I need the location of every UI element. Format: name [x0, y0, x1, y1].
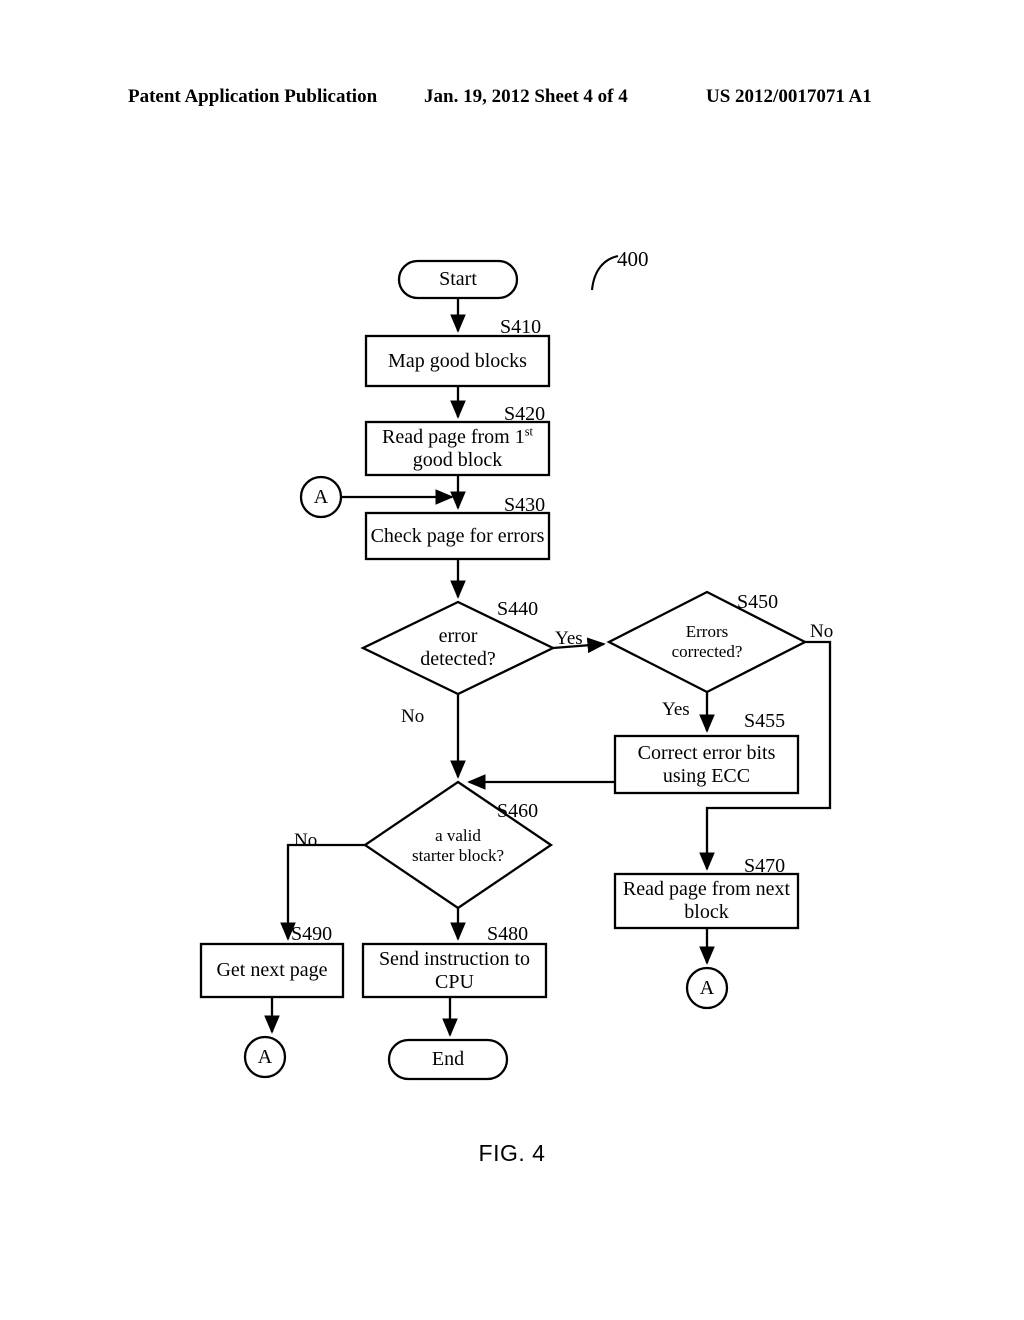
node-s410-shape	[364, 334, 551, 388]
node-end-shape	[387, 1038, 509, 1081]
connector-bottom-left-shape	[243, 1035, 287, 1079]
node-s420-shape	[364, 420, 551, 477]
flowchart-svg	[199, 254, 832, 1081]
step-tag-s410: S410	[500, 316, 542, 338]
step-tag-s455: S455	[744, 710, 786, 732]
node-s455-shape	[613, 734, 800, 795]
edge-label-s440-no: No	[401, 706, 425, 727]
flowchart-diagram: Start Map good blocks Read page from 1st…	[0, 0, 1024, 1320]
node-s480-shape	[361, 942, 548, 999]
node-start-shape	[397, 259, 519, 300]
step-tag-s490: S490	[291, 923, 333, 945]
figure-caption: FIG. 4	[478, 1140, 546, 1166]
node-s470-shape	[613, 872, 800, 930]
step-tag-s480: S480	[487, 923, 529, 945]
edge-label-s460-no: No	[294, 830, 318, 851]
edge-label-s450-yes: Yes	[662, 699, 690, 720]
step-tag-s430: S430	[504, 494, 546, 516]
reference-leader-line	[590, 254, 619, 291]
step-tag-s470: S470	[744, 855, 786, 877]
node-s430-shape	[364, 511, 551, 561]
step-tag-s450: S450	[737, 591, 779, 613]
node-s490-shape	[199, 942, 345, 999]
edge-label-s450-no: No	[810, 621, 834, 642]
step-tag-s440: S440	[497, 598, 539, 620]
edge-label-s440-yes: Yes	[555, 628, 583, 649]
step-tag-s420: S420	[504, 403, 546, 425]
step-tag-s460: S460	[497, 800, 539, 822]
reference-numeral-400: 400	[617, 247, 649, 271]
connector-left-shape	[299, 475, 343, 519]
connector-bottom-right-shape	[685, 966, 729, 1010]
